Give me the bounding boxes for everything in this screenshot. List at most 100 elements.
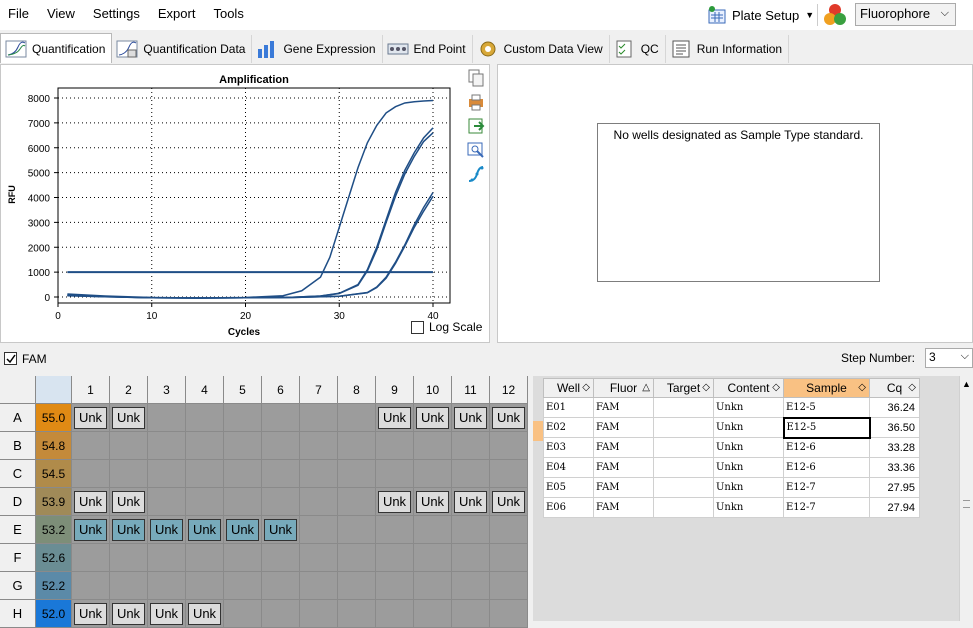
table-cell-well[interactable]: E01 [543, 397, 594, 418]
plate-well[interactable] [72, 460, 110, 488]
plate-well[interactable] [72, 544, 110, 572]
plate-well[interactable] [224, 460, 262, 488]
column-header[interactable]: 9 [376, 376, 414, 404]
plate-well[interactable] [338, 516, 376, 544]
plate-well[interactable] [338, 544, 376, 572]
plate-well[interactable] [338, 488, 376, 516]
table-row[interactable]: E06 FAM Unkn E12-7 27.94 [543, 497, 920, 518]
table-cell-cq[interactable]: 27.95 [869, 477, 920, 498]
plate-well[interactable] [148, 460, 186, 488]
plate-well[interactable]: Unk [110, 516, 148, 544]
plate-well[interactable]: Unk [262, 516, 300, 544]
row-header[interactable]: E [0, 516, 36, 544]
plate-well[interactable]: Unk [110, 404, 148, 432]
plate-well[interactable] [490, 572, 528, 600]
plate-well[interactable] [376, 544, 414, 572]
table-cell-well[interactable]: E03 [543, 437, 594, 458]
column-header-sample[interactable]: Sample ◇ [783, 378, 870, 398]
fluorophore-color-icon[interactable] [822, 2, 848, 28]
fluorophore-select[interactable]: Fluorophore ⌵ [855, 3, 956, 26]
table-cell-sample[interactable]: E12-7 [783, 497, 870, 518]
plate-well[interactable] [262, 432, 300, 460]
table-cell-cq[interactable]: 36.24 [869, 397, 920, 418]
plate-well[interactable] [452, 572, 490, 600]
menu-tools[interactable]: Tools [204, 0, 252, 30]
plate-well[interactable] [452, 600, 490, 628]
plate-well[interactable] [186, 432, 224, 460]
table-scrollbar[interactable]: ▲ [959, 376, 973, 621]
plate-well[interactable] [148, 404, 186, 432]
step-number-select[interactable]: 3 ⌵ [925, 348, 973, 368]
plate-well[interactable]: Unk [376, 488, 414, 516]
plate-well[interactable]: Unk [72, 488, 110, 516]
plate-well[interactable] [186, 544, 224, 572]
plate-well[interactable] [490, 544, 528, 572]
plate-well[interactable]: Unk [376, 404, 414, 432]
table-cell-sample[interactable]: E12-5 [782, 416, 871, 439]
plate-well[interactable]: Unk [110, 600, 148, 628]
table-cell-fluor[interactable]: FAM [593, 397, 654, 418]
plate-well[interactable] [224, 432, 262, 460]
plate-well[interactable] [148, 432, 186, 460]
plate-well[interactable]: Unk [452, 488, 490, 516]
plate-well[interactable]: Unk [72, 516, 110, 544]
plate-well[interactable] [452, 516, 490, 544]
table-cell-sample[interactable]: E12-5 [783, 397, 870, 418]
menu-view[interactable]: View [38, 0, 84, 30]
plate-well[interactable] [300, 516, 338, 544]
menu-export[interactable]: Export [149, 0, 205, 30]
plate-well[interactable] [300, 544, 338, 572]
plate-well[interactable] [224, 404, 262, 432]
table-row[interactable]: E01 FAM Unkn E12-5 36.24 [543, 397, 920, 418]
plate-well[interactable] [452, 460, 490, 488]
plate-well[interactable]: Unk [148, 600, 186, 628]
plate-well[interactable]: Unk [72, 404, 110, 432]
row-header[interactable]: C [0, 460, 36, 488]
plate-well[interactable] [110, 432, 148, 460]
print-icon[interactable] [467, 93, 485, 111]
column-header[interactable]: 11 [452, 376, 490, 404]
table-cell-well[interactable]: E04 [543, 457, 594, 478]
plate-well[interactable] [110, 544, 148, 572]
zoom-icon[interactable] [467, 141, 485, 159]
column-header[interactable]: 3 [148, 376, 186, 404]
plate-well[interactable]: Unk [452, 404, 490, 432]
plate-well[interactable] [148, 488, 186, 516]
plate-well[interactable] [338, 600, 376, 628]
row-header[interactable]: A [0, 404, 36, 432]
column-header-fluor[interactable]: Fluor △ [593, 378, 654, 398]
table-cell-well[interactable]: E02 [543, 417, 594, 438]
table-cell-content[interactable]: Unkn [713, 417, 784, 438]
table-cell-fluor[interactable]: FAM [593, 497, 654, 518]
plate-well[interactable] [338, 404, 376, 432]
plate-well[interactable] [186, 488, 224, 516]
plate-well[interactable] [338, 572, 376, 600]
plate-well[interactable]: Unk [110, 488, 148, 516]
plate-well[interactable] [72, 432, 110, 460]
plate-well[interactable] [300, 572, 338, 600]
column-header[interactable]: 1 [72, 376, 110, 404]
column-header-cq[interactable]: Cq ◇ [869, 378, 920, 398]
column-header[interactable]: 6 [262, 376, 300, 404]
table-cell-content[interactable]: Unkn [713, 457, 784, 478]
plate-well[interactable] [110, 460, 148, 488]
plate-setup-button[interactable]: Plate Setup ▼ [706, 2, 814, 28]
plate-well[interactable] [262, 544, 300, 572]
column-header[interactable]: 2 [110, 376, 148, 404]
scroll-up-arrow[interactable]: ▲ [960, 379, 973, 389]
fam-toggle[interactable]: FAM [4, 352, 47, 366]
plate-well[interactable] [414, 516, 452, 544]
plate-well[interactable]: Unk [490, 404, 528, 432]
table-row[interactable]: E05 FAM Unkn E12-7 27.95 [543, 477, 920, 498]
plate-well[interactable] [338, 460, 376, 488]
column-header-well[interactable]: Well ◇ [543, 378, 594, 398]
table-cell-target[interactable] [653, 477, 714, 498]
plate-well[interactable] [186, 572, 224, 600]
export-icon[interactable] [467, 117, 485, 135]
plate-well[interactable] [376, 460, 414, 488]
plate-well[interactable] [224, 572, 262, 600]
plate-well[interactable] [414, 572, 452, 600]
plate-well[interactable]: Unk [414, 488, 452, 516]
tab-end-point[interactable]: End Point [383, 35, 473, 63]
plate-well[interactable] [224, 488, 262, 516]
